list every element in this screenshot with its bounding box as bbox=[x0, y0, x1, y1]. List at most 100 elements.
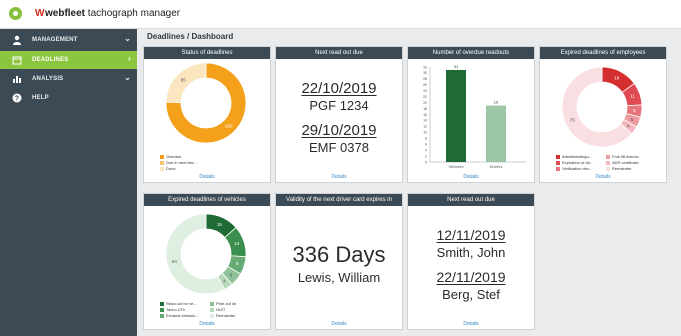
y-tick-label: 4 bbox=[425, 148, 427, 152]
card-status-of-deadlines: Status of deadlines 260 85 Overdue Due in… bbox=[143, 46, 271, 183]
chart-legend: Overdue Due in next few... Done bbox=[160, 154, 197, 172]
sidebar-item-deadlines[interactable]: DEADLINES › bbox=[0, 51, 137, 69]
readout-date: 22/11/2019 bbox=[436, 269, 506, 285]
card-title: Next read out due bbox=[276, 47, 402, 59]
status-donut-chart: 260 85 bbox=[165, 62, 247, 144]
readout-plate: EMF 0378 bbox=[309, 140, 369, 155]
brand-w-icon: W bbox=[35, 8, 45, 19]
app-logo-icon[interactable] bbox=[9, 7, 22, 20]
help-icon: ? bbox=[12, 93, 22, 103]
breadcrumb: Deadlines / Dashboard bbox=[147, 32, 234, 41]
overdue-bar-chart: 02468101214161820222426283032 31Vehicles1… bbox=[423, 64, 526, 169]
card-driver-card-validity: Validity of the next driver card expires… bbox=[275, 193, 403, 330]
readout-plate: PGF 1234 bbox=[309, 98, 369, 113]
top-bar: W webfleet tachograph manager bbox=[0, 0, 681, 29]
chart-legend: Read out for ve... Tacho UTh Exhaust emi… bbox=[160, 301, 198, 319]
y-tick-label: 6 bbox=[425, 142, 427, 146]
card-next-read-out: Next read out due 22/10/2019 PGF 1234 29… bbox=[275, 46, 403, 183]
chart-legend: Print out lot HU/T Remainder bbox=[210, 301, 236, 319]
employees-donut-chart: 181165476 bbox=[561, 66, 643, 148]
slice-value-label: 85 bbox=[181, 77, 187, 82]
sidebar-item-analysis[interactable]: ANALYSIS ⌄ bbox=[0, 70, 137, 88]
card-overdue-readouts: Number of overdue readouts 0 2 4 6 8 10 12 14 16… bbox=[407, 46, 535, 183]
chart-legend: Fork lift licence ADR certificate Remain… bbox=[606, 154, 639, 172]
card-next-read-out-drivers: Next read out due 12/11/2019 Smith, John… bbox=[407, 193, 535, 330]
y-tick-label: 24 bbox=[423, 89, 427, 93]
slice-value-label: 15 bbox=[217, 222, 223, 227]
validity-days: 336 Days bbox=[292, 242, 386, 267]
slice-value-label: 76 bbox=[570, 118, 576, 123]
sidebar-item-label: MANAGEMENT bbox=[32, 37, 78, 43]
chevron-down-icon: ⌄ bbox=[124, 34, 131, 43]
bar-value-label: 19 bbox=[494, 100, 499, 105]
details-link[interactable]: Details bbox=[144, 174, 270, 180]
sidebar-item-help[interactable]: ? HELP bbox=[0, 89, 137, 107]
y-tick-label: 16 bbox=[423, 113, 427, 117]
y-tick-label: 2 bbox=[425, 154, 427, 158]
slice-value-label: 18 bbox=[614, 76, 620, 81]
card-title: Status of deadlines bbox=[144, 47, 270, 59]
legend-item[interactable]: Exhaust emissio... bbox=[160, 313, 198, 319]
y-tick-label: 28 bbox=[423, 77, 427, 81]
details-link[interactable]: Details bbox=[540, 174, 666, 180]
sidebar-item-management[interactable]: MANAGEMENT ⌄ bbox=[0, 31, 137, 49]
card-vehicle-deadlines: Expired deadlines of vehicles 15 14 8 6 4 64 … bbox=[143, 193, 271, 330]
donut-slice[interactable] bbox=[165, 62, 207, 103]
chart-legend: Arbeitsbedingu... Expiration of dri... V… bbox=[556, 154, 593, 172]
legend-item[interactable]: Verification driv... bbox=[556, 166, 593, 172]
slice-value-label: 11 bbox=[630, 94, 635, 99]
bar-chart-icon bbox=[13, 76, 21, 83]
y-tick-label: 26 bbox=[423, 83, 427, 87]
person-icon bbox=[13, 35, 21, 45]
y-tick-label: 20 bbox=[423, 101, 427, 105]
y-tick-label: 32 bbox=[423, 65, 427, 69]
driver-name: Lewis, William bbox=[297, 270, 381, 285]
sidebar-item-label: DEADLINES bbox=[32, 57, 69, 63]
sidebar-item-label: HELP bbox=[32, 95, 49, 101]
y-tick-label: 12 bbox=[423, 125, 427, 129]
legend-item[interactable]: Remainder bbox=[606, 166, 639, 172]
x-tick-label: Drivers bbox=[490, 164, 503, 169]
card-employee-deadlines: Expired deadlines of employees 18 11 6 5 4 76… bbox=[539, 46, 667, 183]
legend-item[interactable]: Remainder bbox=[210, 313, 236, 319]
product-name: tachograph manager bbox=[87, 8, 181, 19]
y-tick-label: 10 bbox=[423, 131, 427, 135]
brand-name: webfleet bbox=[45, 8, 86, 19]
chevron-down-icon: ⌄ bbox=[124, 73, 131, 82]
vehicles-donut-chart: 151486464 bbox=[165, 213, 247, 295]
readout-date: 22/10/2019 bbox=[301, 80, 377, 97]
slice-value-label: 64 bbox=[172, 259, 178, 264]
bar[interactable] bbox=[446, 69, 466, 162]
y-tick-label: 0 bbox=[425, 160, 427, 164]
sidebar: MANAGEMENT ⌄ DEADLINES › ANALYSIS ⌄ ? HE… bbox=[0, 29, 137, 336]
y-tick-label: 14 bbox=[423, 119, 427, 123]
slice-value-label: 260 bbox=[225, 124, 233, 129]
chevron-right-icon: › bbox=[128, 54, 131, 63]
y-tick-label: 22 bbox=[423, 95, 427, 99]
details-link[interactable]: Details bbox=[144, 321, 270, 327]
svg-text:?: ? bbox=[15, 96, 19, 103]
sidebar-item-label: ANALYSIS bbox=[32, 76, 64, 82]
details-link[interactable]: Details bbox=[408, 174, 534, 180]
bar[interactable] bbox=[486, 105, 506, 162]
legend-item[interactable]: Done bbox=[160, 166, 197, 172]
slice-value-label: 14 bbox=[234, 241, 240, 246]
card-title: Validity of the next driver card expires… bbox=[276, 194, 402, 206]
bar-value-label: 31 bbox=[454, 64, 459, 69]
y-tick-label: 30 bbox=[423, 71, 427, 75]
calendar-icon bbox=[12, 56, 22, 65]
card-title: Expired deadlines of employees bbox=[540, 47, 666, 59]
readout-date: 12/11/2019 bbox=[436, 227, 506, 243]
card-title: Next read out due bbox=[408, 194, 534, 206]
details-link[interactable]: Details bbox=[276, 321, 402, 327]
y-tick-label: 8 bbox=[425, 137, 427, 141]
x-tick-label: Vehicles bbox=[449, 164, 464, 169]
card-title: Number of overdue readouts bbox=[408, 47, 534, 59]
y-tick-label: 18 bbox=[423, 107, 427, 111]
readout-driver: Smith, John bbox=[436, 245, 506, 260]
readout-driver: Berg, Stef bbox=[442, 287, 500, 302]
card-title: Expired deadlines of vehicles bbox=[144, 194, 270, 206]
readout-date: 29/10/2019 bbox=[301, 122, 377, 139]
details-link[interactable]: Details bbox=[276, 174, 402, 180]
details-link[interactable]: Details bbox=[408, 321, 534, 327]
